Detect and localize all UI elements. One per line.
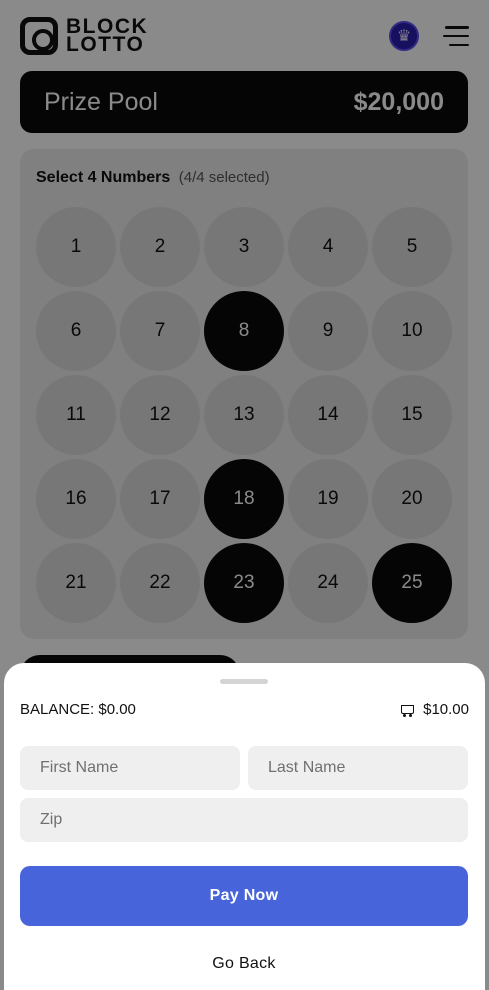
sheet-drag-handle[interactable] <box>220 679 268 684</box>
pay-now-button[interactable]: Pay Now <box>20 866 468 926</box>
cart-total: $10.00 <box>399 701 469 718</box>
first-name-field[interactable] <box>20 746 240 790</box>
balance-text: BALANCE: $0.00 <box>20 701 136 718</box>
checkout-sheet: BALANCE: $0.00 $10.00 Pay Now Go Back <box>4 663 485 990</box>
sheet-summary: BALANCE: $0.00 $10.00 <box>20 701 469 718</box>
cart-icon <box>399 702 415 718</box>
last-name-field[interactable] <box>248 746 468 790</box>
cart-total-value: $10.00 <box>423 701 469 718</box>
go-back-button[interactable]: Go Back <box>20 946 468 982</box>
zip-field[interactable] <box>20 798 468 842</box>
